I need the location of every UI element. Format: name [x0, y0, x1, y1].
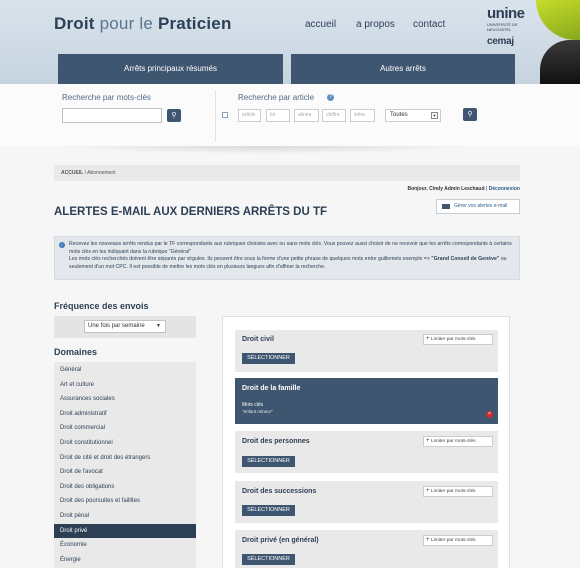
law-select[interactable]: Toutes ▼ — [385, 109, 441, 122]
card-droit-de-la-famille: Droit de la famille Mots clés "enfant mi… — [235, 378, 498, 424]
help-icon[interactable]: ? — [327, 94, 334, 101]
domains-title: Domaines — [54, 347, 98, 357]
card-droit-des-personnes: Droit des personnes + Limiter par mots-cl… — [235, 431, 498, 473]
limit-keywords-button[interactable]: + Limiter par mots-clés — [423, 535, 493, 546]
limit-keywords-button[interactable]: + Limiter par mots-clés — [423, 334, 493, 345]
card-droit-prive-general: Droit privé (en général) + Limiter par mo… — [235, 530, 498, 568]
plus-icon: + — [426, 438, 430, 444]
domain-item[interactable]: Assurances sociales — [54, 392, 196, 407]
select-button[interactable]: SÉLECTIONNER — [242, 353, 295, 364]
domain-item[interactable]: Art et culture — [54, 378, 196, 393]
card-title: Droit civil — [242, 336, 274, 343]
remove-icon[interactable]: × — [486, 411, 493, 418]
domain-item[interactable]: Droit commercial — [54, 421, 196, 436]
tab-autres-arrets[interactable]: Autres arrêts — [291, 54, 515, 84]
card-title: Droit privé (en général) — [242, 537, 319, 544]
envelope-icon — [442, 204, 450, 209]
domain-item[interactable]: Général — [54, 363, 196, 378]
card-title: Droit de la famille — [242, 385, 301, 392]
article-field-article[interactable]: article — [238, 109, 261, 122]
page-title: ALERTES E-MAIL AUX DERNIERS ARRÊTS DU TF — [54, 206, 328, 218]
card-title: Droit des personnes — [242, 438, 310, 445]
tab-arrets-principaux[interactable]: Arrêts principaux résumés — [58, 54, 283, 84]
card-droit-des-successions: Droit des successions + Limiter par mots-… — [235, 481, 498, 523]
keyword-search-input[interactable] — [62, 108, 162, 123]
panel-shadow — [54, 146, 474, 154]
keyword-search-label: Recherche par mots-clés — [62, 93, 151, 102]
logout-link[interactable]: Déconnexion — [489, 186, 520, 192]
plus-icon: + — [426, 488, 430, 494]
search-divider — [215, 90, 216, 142]
domain-item[interactable]: Droit de l'avocat — [54, 465, 196, 480]
limit-keywords-button[interactable]: + Limiter par mots-clés — [423, 486, 493, 497]
caret-down-icon: ▼ — [156, 323, 161, 329]
article-field-chiffre[interactable]: chiffre — [322, 109, 346, 122]
site-logo[interactable]: Droit pour le Praticien — [54, 14, 232, 34]
keywords-label: Mots clés — [242, 402, 264, 408]
breadcrumb-current: Abonnement — [87, 170, 116, 176]
unine-logo[interactable]: unine — [487, 5, 525, 22]
info-icon: i — [59, 242, 65, 248]
info-box: i Recevez les nouveaux arrêts rendus par… — [54, 236, 520, 280]
select-button[interactable]: SÉLECTIONNER — [242, 505, 295, 516]
article-search-label: Recherche par article — [238, 93, 315, 102]
breadcrumb-home[interactable]: ACCUEIL — [61, 170, 83, 176]
article-field-lettre[interactable]: lettre — [350, 109, 375, 122]
nav-accueil[interactable]: accueil — [305, 19, 336, 30]
breadcrumb: ACCUEIL / Abonnement — [54, 165, 520, 181]
user-greeting: Bonjour, Cindy Admin Leschaud | Déconnex… — [407, 186, 520, 192]
nav-a-propos[interactable]: a propos — [356, 19, 395, 30]
frequency-title: Fréquence des envois — [54, 301, 149, 311]
domain-item[interactable]: Droit pénal — [54, 509, 196, 524]
manage-alerts-button[interactable]: Gérer vos alertes e-mail — [436, 199, 520, 214]
domain-item[interactable]: Droit administratif — [54, 407, 196, 422]
keyword-search-button[interactable]: ⚲ — [167, 109, 181, 122]
domain-item[interactable]: Droit des obligations — [54, 480, 196, 495]
cemaj-logo[interactable]: cemaj — [487, 36, 514, 47]
limit-keywords-button[interactable]: + Limiter par mots-clés — [423, 436, 493, 447]
card-title: Droit des successions — [242, 488, 317, 495]
nav-contact[interactable]: contact — [413, 19, 445, 30]
domain-item[interactable]: Droit des poursuites et faillites — [54, 494, 196, 509]
plus-icon: + — [426, 336, 430, 342]
keywords-value: "enfant mineur" — [242, 409, 273, 414]
plus-icon: + — [426, 537, 430, 543]
frequency-select[interactable]: Une fois par semaine ▼ — [84, 320, 166, 333]
select-button[interactable]: SÉLECTIONNER — [242, 456, 295, 467]
domain-item[interactable]: Droit de cité et droit des étrangers — [54, 451, 196, 466]
domain-item[interactable]: Économie — [54, 538, 196, 553]
domain-list: Général Art et culture Assurances sociales… — [54, 362, 196, 568]
card-droit-civil: Droit civil + Limiter par mots-clés SÉLEC… — [235, 330, 498, 372]
domain-item[interactable]: Droit constitutionnel — [54, 436, 196, 451]
article-search-button[interactable]: ⚲ — [463, 108, 477, 121]
chevron-down-icon: ▼ — [431, 112, 438, 119]
domain-item[interactable]: Énergie — [54, 553, 196, 568]
article-field-loi[interactable]: loi — [266, 109, 290, 122]
select-button[interactable]: SÉLECTIONNER — [242, 554, 295, 565]
article-search-checkbox[interactable] — [222, 112, 228, 118]
article-field-alinea[interactable]: alinéa — [294, 109, 319, 122]
unine-logo-subtitle: UNIVERSITÉ DE NEUCHÂTEL — [487, 22, 518, 32]
domain-item[interactable]: Droit privé — [54, 523, 196, 539]
